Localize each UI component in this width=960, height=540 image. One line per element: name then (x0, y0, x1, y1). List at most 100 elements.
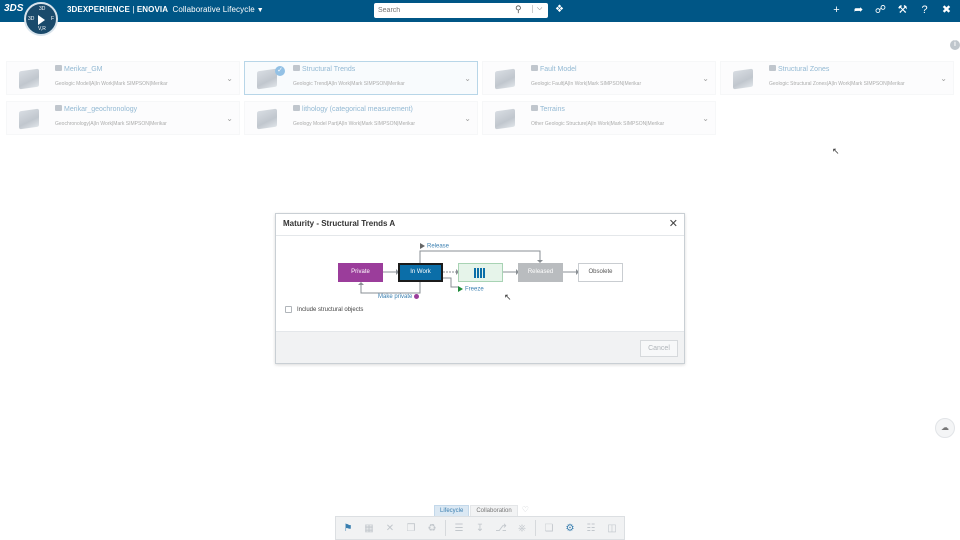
state-frozen[interactable] (458, 263, 503, 282)
feedback-icon[interactable]: ☁ (935, 418, 955, 438)
chevron-down-icon[interactable]: ▼ (257, 7, 264, 14)
brand-separator: | (130, 5, 137, 14)
duplicate-icon[interactable]: ❐ (403, 523, 419, 534)
state-private[interactable]: Private (338, 263, 383, 282)
state-obsolete[interactable]: Obsolete (578, 263, 623, 282)
tile-merikar-geochronology[interactable]: Merikar_geochronology Geochronology|A|In… (6, 101, 240, 135)
tile-merikar-gm[interactable]: Merikar_GM Geologic Model|A|In Work|Mark… (6, 61, 240, 95)
copy-icon[interactable]: ❏ (541, 523, 557, 534)
tile-title[interactable]: Fault Model (540, 66, 577, 73)
tile-fault-model[interactable]: Fault Model Geologic Fault|A|In Work|Mar… (482, 61, 716, 95)
settings-icon[interactable]: ⚙ (562, 523, 578, 534)
tile-structural-trends[interactable]: ✓ Structural Trends Geologic Trend|A|In … (244, 61, 478, 95)
transition-freeze-label: Freeze (465, 286, 484, 293)
maturity-dialog: Maturity - Structural Trends A ✕ Private… (275, 213, 685, 364)
top-actions: + ➦ ☍ ⚒ ? ✖ (829, 3, 954, 18)
ds-logo: 3DS (4, 3, 24, 14)
tile-title[interactable]: Merikar_GM (64, 66, 103, 73)
maturity-icon[interactable]: ⚑ (340, 523, 356, 534)
table-icon[interactable]: ☷ (583, 523, 599, 534)
toolbar-separator (535, 520, 536, 536)
collapse-icon[interactable]: ✖ (939, 3, 954, 18)
chevron-down-icon[interactable]: ⌄ (940, 74, 947, 83)
compass-widget[interactable]: 3D 3D F V,R (24, 2, 58, 36)
state-in-work[interactable]: In Work (398, 263, 443, 282)
help-icon[interactable]: ? (917, 3, 932, 18)
delete-icon[interactable]: ✕ (382, 523, 398, 534)
transition-make-private[interactable]: Make private (378, 294, 420, 301)
type-icon (55, 65, 62, 71)
chevron-down-icon[interactable]: ⌄ (226, 114, 233, 123)
cancel-button[interactable]: Cancel (640, 340, 678, 357)
transition-make-private-label: Make private (378, 294, 413, 301)
search-icon[interactable]: ⚲ (515, 4, 522, 15)
branch-icon[interactable]: ⎇ (493, 523, 509, 534)
cube-icon (495, 108, 515, 130)
cube-icon (19, 68, 39, 90)
top-bar: 3DS 3DEXPERIENCE | ENOVIA Collaborative … (0, 0, 960, 22)
compass-left-label: 3D (28, 16, 35, 22)
toolbar-separator (445, 520, 446, 536)
flag-icon (420, 243, 425, 249)
tile-subtitle: Geologic Trend|A|In Work|Mark SIMPSON|Me… (293, 81, 405, 87)
database-icon[interactable]: ◫ (604, 523, 620, 534)
app-title[interactable]: Collaborative Lifecycle (172, 5, 254, 14)
tile-subtitle: Geologic Fault|A|In Work|Mark SIMPSON|Me… (531, 81, 642, 87)
brand-3dexperience: 3DEXPERIENCE (67, 5, 130, 14)
chevron-down-icon[interactable]: ⌄ (464, 114, 471, 123)
insert-icon[interactable]: ↧ (472, 523, 488, 534)
tile-structural-zones[interactable]: Structural Zones Geologic Structural Zon… (720, 61, 954, 95)
brand-enovia: ENOVIA (136, 5, 169, 14)
compass-right-label: F (51, 16, 55, 22)
search-input[interactable] (378, 5, 508, 16)
cube-icon (495, 68, 515, 90)
tile-lithology[interactable]: lithology (categorical measurement) Geol… (244, 101, 478, 135)
structure-icon[interactable]: ☰ (451, 523, 467, 534)
tile-title[interactable]: Merikar_geochronology (64, 106, 137, 113)
type-icon (293, 105, 300, 111)
type-icon (55, 105, 62, 111)
tile-title[interactable]: lithology (categorical measurement) (302, 106, 413, 113)
search-box[interactable]: ⚲ ⌵ (374, 3, 548, 18)
type-icon (293, 65, 300, 71)
tile-title[interactable]: Structural Zones (778, 66, 829, 73)
grid-view-icon[interactable]: ▦ (361, 523, 377, 534)
check-icon: ✓ (275, 66, 285, 76)
tile-subtitle: Geologic Model|A|In Work|Mark SIMPSON|Me… (55, 81, 168, 87)
transition-release-label: Release (427, 243, 450, 250)
tile-subtitle: Other Geologic Structure|A|In Work|Mark … (531, 121, 665, 127)
plus-icon[interactable]: + (829, 3, 844, 18)
flag-icon (458, 286, 463, 292)
chevron-down-icon[interactable]: ⌄ (226, 74, 233, 83)
state-released[interactable]: Released (518, 263, 563, 282)
include-checkbox[interactable] (285, 306, 292, 313)
tools-icon[interactable]: ⚒ (895, 3, 910, 18)
chevron-down-icon[interactable]: ⌄ (464, 74, 471, 83)
tile-title[interactable]: Structural Trends (302, 66, 355, 73)
network-icon[interactable]: ☍ (873, 3, 888, 18)
dialog-footer: Cancel (276, 331, 684, 363)
merge-icon[interactable]: ⎈ (514, 523, 530, 534)
tile-subtitle: Geochronology|A|In Work|Mark SIMPSON|Mer… (55, 121, 167, 127)
tile-title[interactable]: Terrains (540, 106, 565, 113)
tile-subtitle: Geologic Structural Zones|A|In Work|Mark… (769, 81, 905, 87)
tag-icon[interactable]: ❖ (555, 4, 564, 15)
model-thumbnail (253, 106, 281, 132)
share-icon[interactable]: ➦ (851, 3, 866, 18)
tile-terrains[interactable]: Terrains Other Geologic Structure|A|In W… (482, 101, 716, 135)
chevron-down-icon[interactable]: ⌄ (702, 114, 709, 123)
transition-release[interactable]: Release (420, 243, 449, 250)
model-thumbnail: ✓ (253, 66, 285, 92)
brand-title: 3DEXPERIENCE | ENOVIA Collaborative Life… (67, 5, 264, 14)
include-structural-objects[interactable]: Include structural objects (285, 306, 363, 313)
search-dropdown-icon[interactable]: ⌵ (532, 5, 542, 13)
info-icon[interactable]: i (950, 40, 960, 50)
action-toolbar: ⚑ ▦ ✕ ❐ ♻ ☰ ↧ ⎇ ⎈ ❏ ⚙ ☷ ◫ (335, 516, 625, 540)
chevron-down-icon[interactable]: ⌄ (702, 74, 709, 83)
cube-icon (257, 108, 277, 130)
revise-icon[interactable]: ♻ (424, 523, 440, 534)
transition-freeze[interactable]: Freeze (458, 286, 484, 293)
play-icon[interactable] (38, 15, 45, 25)
frozen-icon (474, 268, 486, 278)
type-icon (531, 65, 538, 71)
